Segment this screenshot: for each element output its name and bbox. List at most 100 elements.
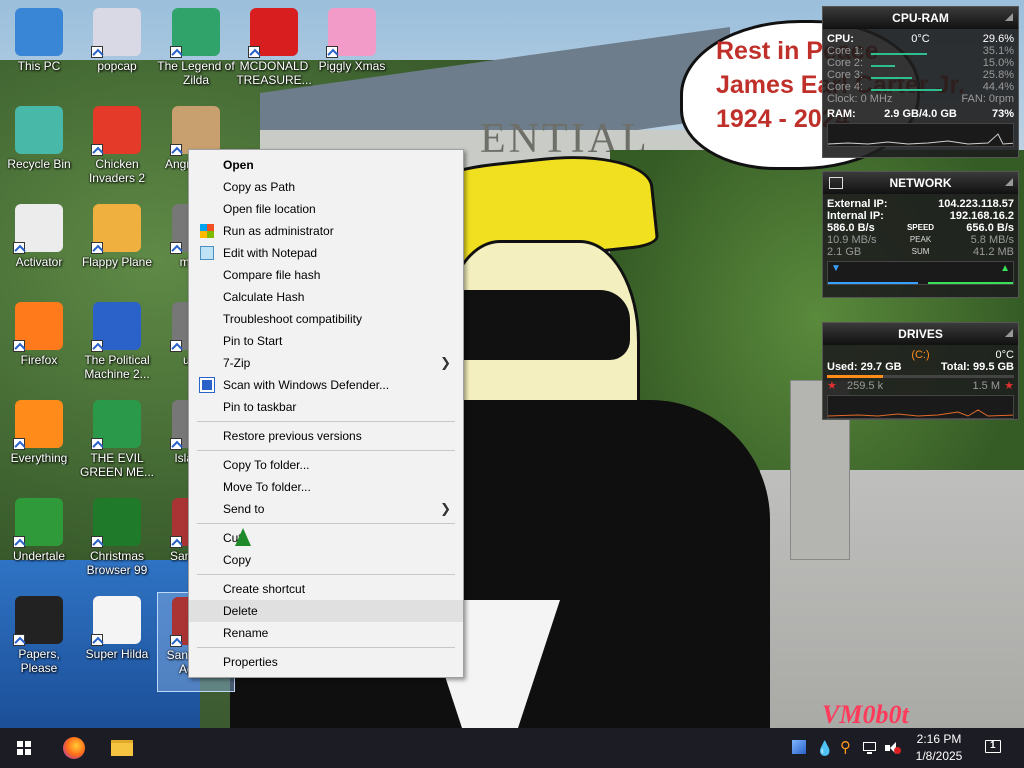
menu-item-label: Open file location — [223, 202, 316, 216]
menu-item-pin-to-taskbar[interactable]: Pin to taskbar — [189, 396, 463, 418]
menu-item-label: Scan with Windows Defender... — [223, 378, 390, 392]
app-icon — [91, 204, 141, 254]
desktop-icon[interactable]: Firefox — [0, 298, 78, 394]
external-ip-label: External IP: — [827, 198, 888, 210]
widget-title[interactable]: NETWORK — [823, 172, 1018, 194]
chevron-right-icon: ❯ — [440, 355, 451, 370]
app-icon — [91, 8, 141, 58]
app-icon — [13, 302, 63, 352]
taskbar: 💧 ⚲ 2:16 PM 1/8/2025 1 — [0, 728, 1024, 768]
menu-item-run-as-administrator[interactable]: Run as administrator — [189, 220, 463, 242]
core-percent: 44.4% — [982, 81, 1014, 93]
core-percent: 25.8% — [982, 69, 1014, 81]
network-widget: NETWORK External IP: 104.223.118.57 Inter… — [822, 171, 1019, 298]
firefox-icon — [63, 737, 85, 759]
core-percent: 35.1% — [982, 45, 1014, 57]
drive-read-icon: ★ — [827, 380, 837, 392]
network-share-icon[interactable] — [792, 740, 808, 756]
cpu-core-row: Core 4: 44.4% — [823, 81, 1018, 93]
menu-item-scan-with-windows-defender[interactable]: Scan with Windows Defender... — [189, 374, 463, 396]
desktop-icon[interactable]: THE EVIL GREEN ME... — [78, 396, 156, 492]
menu-item-restore-previous-versions[interactable]: Restore previous versions — [189, 425, 463, 447]
menu-item-copy-as-path[interactable]: Copy as Path — [189, 176, 463, 198]
network-icon[interactable] — [862, 740, 878, 756]
desktop-icon[interactable]: The Legend of Zilda — [157, 4, 235, 100]
desktop-icon-label: Activator — [15, 255, 63, 269]
download-arrow-icon: ▼ — [831, 263, 841, 274]
menu-item-troubleshoot-compatibility[interactable]: Troubleshoot compatibility — [189, 308, 463, 330]
notification-button[interactable]: 1 — [984, 738, 1004, 758]
shortcut-arrow-icon — [170, 536, 182, 548]
desktop-icon[interactable]: Piggly Xmas — [313, 4, 391, 100]
menu-item-copy-to-folder[interactable]: Copy To folder... — [189, 454, 463, 476]
menu-item-cut[interactable]: Cut — [189, 527, 463, 549]
desktop-icon[interactable]: Papers, Please — [0, 592, 78, 688]
drive-graph-line — [828, 409, 1013, 417]
menu-item-7-zip[interactable]: 7-Zip ❯ — [189, 352, 463, 374]
desktop-icon[interactable]: MCDONALD TREASURE... — [235, 4, 313, 100]
menu-item-label: Delete — [223, 604, 258, 618]
context-menu: Open Copy as Path Open file location Run as… — [188, 149, 464, 678]
start-button[interactable] — [0, 728, 48, 768]
desktop-icon[interactable]: Christmas Browser 99 — [78, 494, 156, 590]
taskbar-firefox[interactable] — [50, 728, 98, 768]
widget-title[interactable]: DRIVES — [823, 323, 1018, 345]
desktop-icon[interactable]: Everything — [0, 396, 78, 492]
desktop-icon[interactable]: Flappy Plane — [78, 200, 156, 296]
droplet-icon[interactable]: 💧 — [816, 740, 833, 756]
menu-item-calculate-hash[interactable]: Calculate Hash — [189, 286, 463, 308]
drive-used: Used: 29.7 GB — [827, 361, 902, 373]
desktop-icon[interactable]: This PC — [0, 4, 78, 100]
shortcut-arrow-icon — [13, 340, 25, 352]
core-label: Core 4: — [827, 81, 864, 93]
widget-grip-icon[interactable] — [1005, 329, 1013, 337]
desktop-icon[interactable]: Chicken Invaders 2 — [78, 102, 156, 198]
menu-separator — [197, 421, 455, 422]
search-tool-icon[interactable]: ⚲ — [840, 740, 856, 756]
menu-item-send-to[interactable]: Send to ❯ — [189, 498, 463, 520]
menu-item-create-shortcut[interactable]: Create shortcut — [189, 578, 463, 600]
chevron-right-icon: ❯ — [440, 501, 451, 516]
menu-item-label: Pin to taskbar — [223, 400, 297, 414]
menu-item-delete[interactable]: Delete — [189, 600, 463, 622]
menu-item-move-to-folder[interactable]: Move To folder... — [189, 476, 463, 498]
menu-item-pin-to-start[interactable]: Pin to Start — [189, 330, 463, 352]
peak-up: 5.8 MB/s — [970, 234, 1014, 246]
menu-item-label: Run as administrator — [223, 224, 334, 238]
menu-item-label: Pin to Start — [223, 334, 283, 348]
desktop-icon[interactable]: The Political Machine 2... — [78, 298, 156, 394]
menu-item-edit-with-notepad[interactable]: Edit with Notepad — [189, 242, 463, 264]
folder-icon — [111, 740, 133, 756]
taskbar-file-explorer[interactable] — [98, 728, 146, 768]
desktop-icon[interactable]: Undertale — [0, 494, 78, 590]
widget-title[interactable]: CPU-RAM — [823, 7, 1018, 29]
shortcut-arrow-icon — [170, 438, 182, 450]
app-icon — [91, 400, 141, 450]
desktop-icon[interactable]: Super Hilda — [78, 592, 156, 688]
volume-muted-icon[interactable] — [884, 740, 901, 756]
widget-grip-icon[interactable] — [1005, 13, 1013, 21]
drives-widget: DRIVES (C:) 0°C Used: 29.7 GB Total: 99.5 … — [822, 322, 1019, 420]
menu-separator — [197, 523, 455, 524]
desktop-icon[interactable]: popcap — [78, 4, 156, 100]
internal-ip: 192.168.16.2 — [949, 210, 1014, 222]
app-icon — [15, 8, 63, 56]
desktop-icon[interactable]: Recycle Bin — [0, 102, 78, 198]
shortcut-arrow-icon — [91, 438, 103, 450]
menu-item-copy[interactable]: Copy — [189, 549, 463, 571]
clock[interactable]: 2:16 PM 1/8/2025 — [908, 731, 970, 765]
desktop-icon[interactable]: Activator — [0, 200, 78, 296]
menu-item-compare-file-hash[interactable]: Compare file hash — [189, 264, 463, 286]
menu-item-label: Create shortcut — [223, 582, 306, 596]
menu-item-properties[interactable]: Properties — [189, 651, 463, 673]
sum-up: 41.2 MB — [973, 246, 1014, 258]
clock-time: 2:16 PM — [916, 732, 962, 746]
menu-item-label: Move To folder... — [223, 480, 311, 494]
desktop-icon-label: Christmas Browser 99 — [86, 549, 148, 577]
widget-grip-icon[interactable] — [1005, 178, 1013, 186]
menu-item-open-file-location[interactable]: Open file location — [189, 198, 463, 220]
menu-item-open[interactable]: Open — [189, 154, 463, 176]
speed-up: 656.0 B/s — [966, 222, 1014, 234]
core-bar — [871, 77, 912, 79]
menu-item-rename[interactable]: Rename — [189, 622, 463, 644]
